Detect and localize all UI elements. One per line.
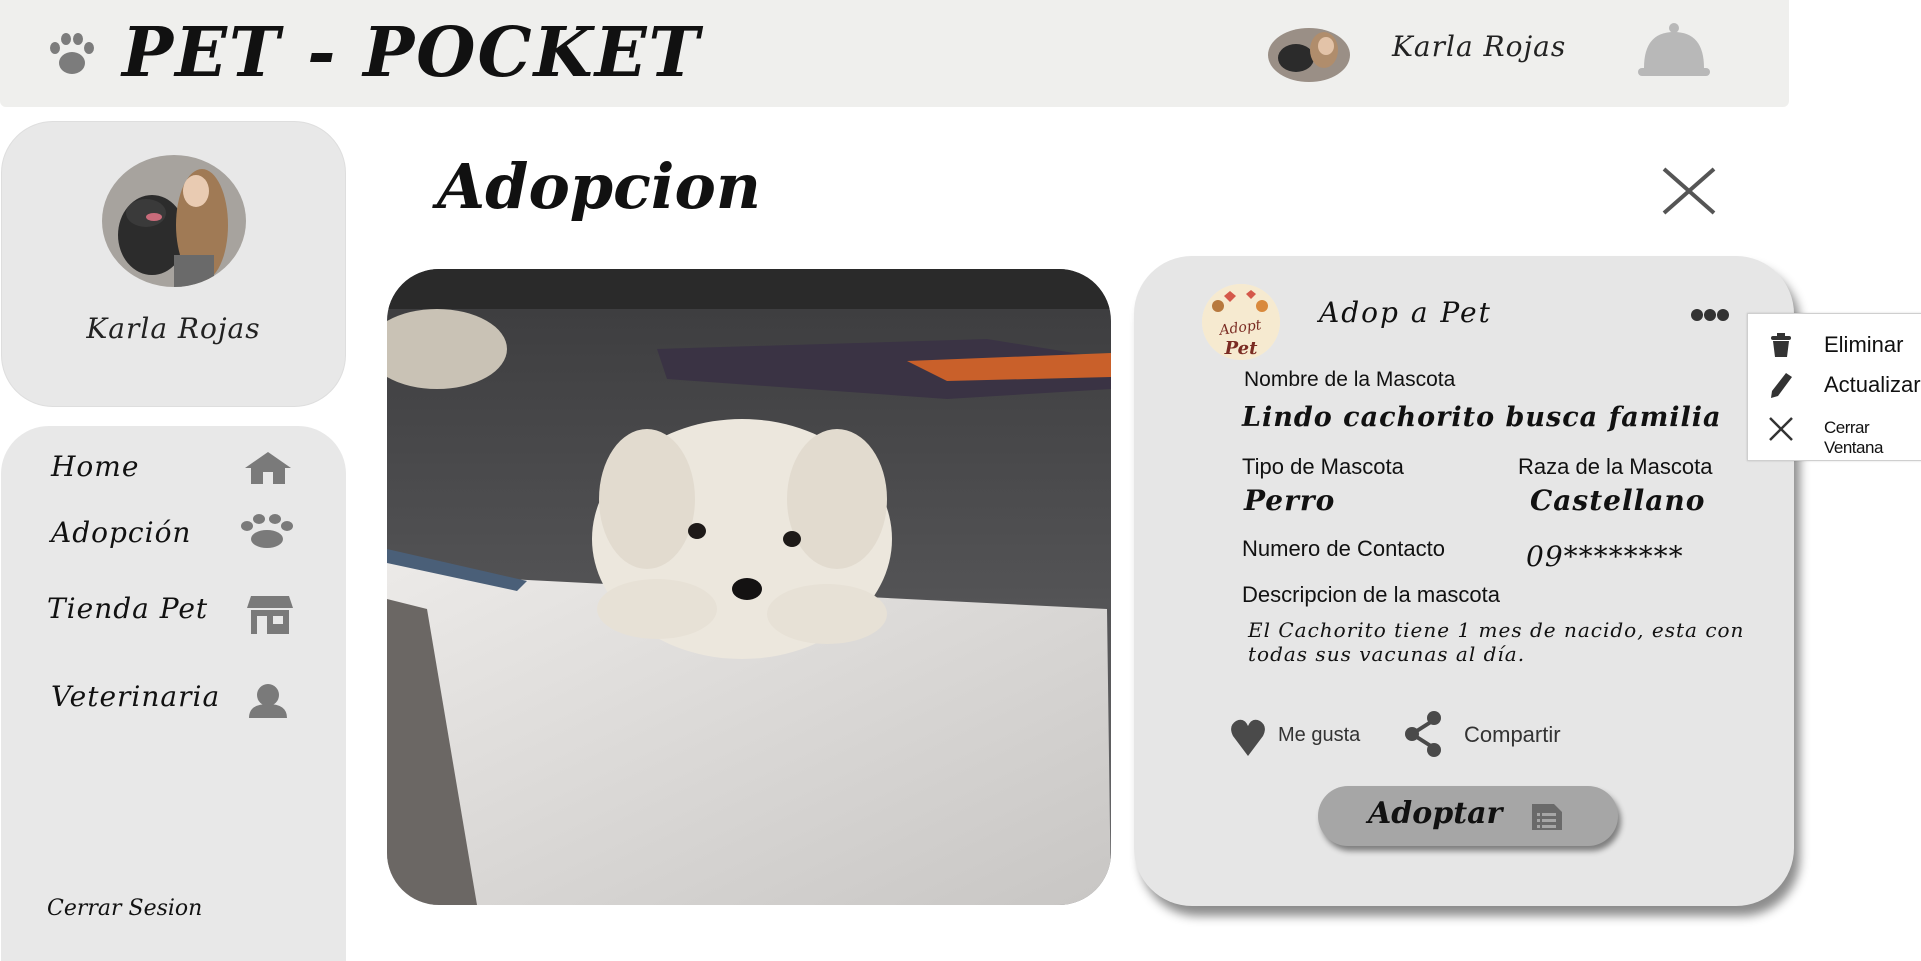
more-options-icon[interactable] <box>1690 308 1730 322</box>
pet-type-label: Tipo de Mascota <box>1242 454 1404 479</box>
pet-photo <box>387 269 1111 905</box>
heart-icon[interactable] <box>1230 718 1266 758</box>
sidebar-nav: Home Adopción Tienda Pet Veterinaria Cer… <box>1 426 346 961</box>
brand-logo: PET - POCKET <box>122 13 702 93</box>
pet-breed-label: Raza de la Mascota <box>1518 454 1713 479</box>
profile-photo <box>102 155 246 287</box>
pet-name-value: Lindo cachorito busca familia <box>1242 402 1722 433</box>
menu-item-cerrar-ventana[interactable]: Cerrar Ventana <box>1748 408 1921 457</box>
like-label[interactable]: Me gusta <box>1278 724 1360 747</box>
logout-link[interactable]: Cerrar Sesion <box>47 896 202 921</box>
contact-label: Numero de Contacto <box>1242 536 1445 561</box>
person-icon[interactable] <box>247 682 289 718</box>
paw-icon[interactable] <box>239 514 295 550</box>
avatar[interactable] <box>1268 28 1350 82</box>
adopt-button[interactable]: Adoptar <box>1318 786 1618 846</box>
avatar-photo <box>1268 28 1350 82</box>
notification-bell-icon[interactable] <box>1636 20 1712 80</box>
description-label: Descripcion de la mascota <box>1242 582 1501 607</box>
svg-text:Pet: Pet <box>1224 338 1259 359</box>
sidebar-item-adopcion[interactable]: Adopción <box>51 516 191 549</box>
pet-breed-value: Castellano <box>1530 484 1706 517</box>
home-icon[interactable] <box>243 450 293 486</box>
page-title: Adopcion <box>437 150 761 223</box>
menu-item-label: Cerrar Ventana <box>1824 418 1883 457</box>
form-list-icon <box>1532 804 1562 830</box>
org-name: Adop a Pet <box>1319 296 1492 329</box>
context-menu: Eliminar Actualizar Cerrar Ventana <box>1747 313 1921 461</box>
close-icon <box>1769 417 1793 441</box>
share-icon[interactable] <box>1402 710 1444 758</box>
top-bar: PET - POCKET Karla Rojas <box>0 0 1789 107</box>
menu-item-eliminar[interactable]: Eliminar <box>1748 324 1921 364</box>
trash-icon <box>1771 333 1791 357</box>
close-icon[interactable] <box>1660 165 1718 217</box>
menu-item-label: Actualizar <box>1824 372 1921 397</box>
pencil-icon <box>1771 373 1792 398</box>
contact-value: 09******** <box>1526 540 1684 573</box>
paw-icon <box>50 33 94 74</box>
profile-name: Karla Rojas <box>86 312 261 345</box>
pet-name-label: Nombre de la Mascota <box>1244 368 1456 391</box>
org-logo: Adopt Pet <box>1202 284 1280 360</box>
user-name: Karla Rojas <box>1392 30 1567 63</box>
sidebar-item-tienda-pet[interactable]: Tienda Pet <box>47 592 208 625</box>
puppy-image <box>387 269 1111 905</box>
store-icon[interactable] <box>247 594 293 636</box>
profile-avatar <box>102 155 246 287</box>
menu-item-actualizar[interactable]: Actualizar <box>1748 364 1921 404</box>
adopt-button-label: Adoptar <box>1368 796 1503 831</box>
adopt-a-pet-logo: Adopt Pet <box>1202 284 1280 360</box>
description-text: El Cachorito tiene 1 mes de nacido, esta… <box>1248 618 1745 666</box>
adoption-detail-card: Adopt Pet Adop a Pet Nombre de la Mascot… <box>1134 256 1794 906</box>
profile-card: Karla Rojas <box>1 121 346 407</box>
sidebar-item-home[interactable]: Home <box>51 450 139 483</box>
share-label[interactable]: Compartir <box>1464 722 1561 748</box>
menu-item-label: Eliminar <box>1824 332 1904 357</box>
pet-type-value: Perro <box>1244 484 1336 517</box>
sidebar-item-veterinaria[interactable]: Veterinaria <box>51 680 220 713</box>
